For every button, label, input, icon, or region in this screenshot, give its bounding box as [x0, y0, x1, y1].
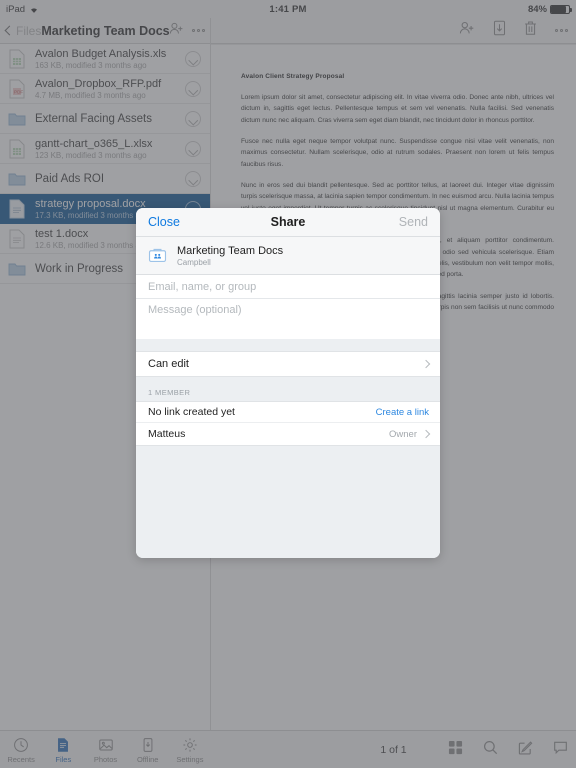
member-role-label: Owner — [389, 428, 417, 440]
chevron-right-icon — [421, 359, 431, 369]
member-row[interactable]: Matteus Owner — [136, 423, 440, 446]
link-status-label: No link created yet — [148, 406, 235, 418]
share-modal: Close Share Send Marketing Team Docs Cam… — [136, 208, 440, 558]
modal-filler — [136, 446, 440, 558]
send-button[interactable]: Send — [399, 215, 428, 229]
share-modal-header: Close Share Send — [136, 208, 440, 237]
permission-selector[interactable]: Can edit — [136, 351, 440, 377]
share-modal-title: Share — [270, 215, 306, 229]
link-status-row: No link created yet Create a link — [136, 401, 440, 423]
shared-folder-icon — [148, 246, 167, 265]
chevron-right-icon — [421, 429, 431, 439]
create-link-button[interactable]: Create a link — [376, 407, 429, 418]
shared-folder-name: Marketing Team Docs — [177, 244, 284, 257]
folder-text: Marketing Team Docs Campbell — [177, 245, 283, 267]
shared-folder-owner: Campbell — [177, 257, 211, 267]
member-role-group: Owner — [389, 428, 431, 440]
member-name: Matteus — [148, 428, 186, 440]
permission-label: Can edit — [148, 358, 189, 370]
member-section-header: 1 MEMBER — [136, 377, 440, 401]
recipient-input[interactable]: Email, name, or group — [136, 275, 440, 299]
modal-spacer-1 — [136, 339, 440, 351]
message-input[interactable]: Message (optional) — [136, 299, 440, 339]
app-root: iPad 1:41 PM 84% Files Marketing Team Do… — [0, 0, 576, 768]
shared-folder-summary: Marketing Team Docs Campbell — [136, 237, 440, 275]
